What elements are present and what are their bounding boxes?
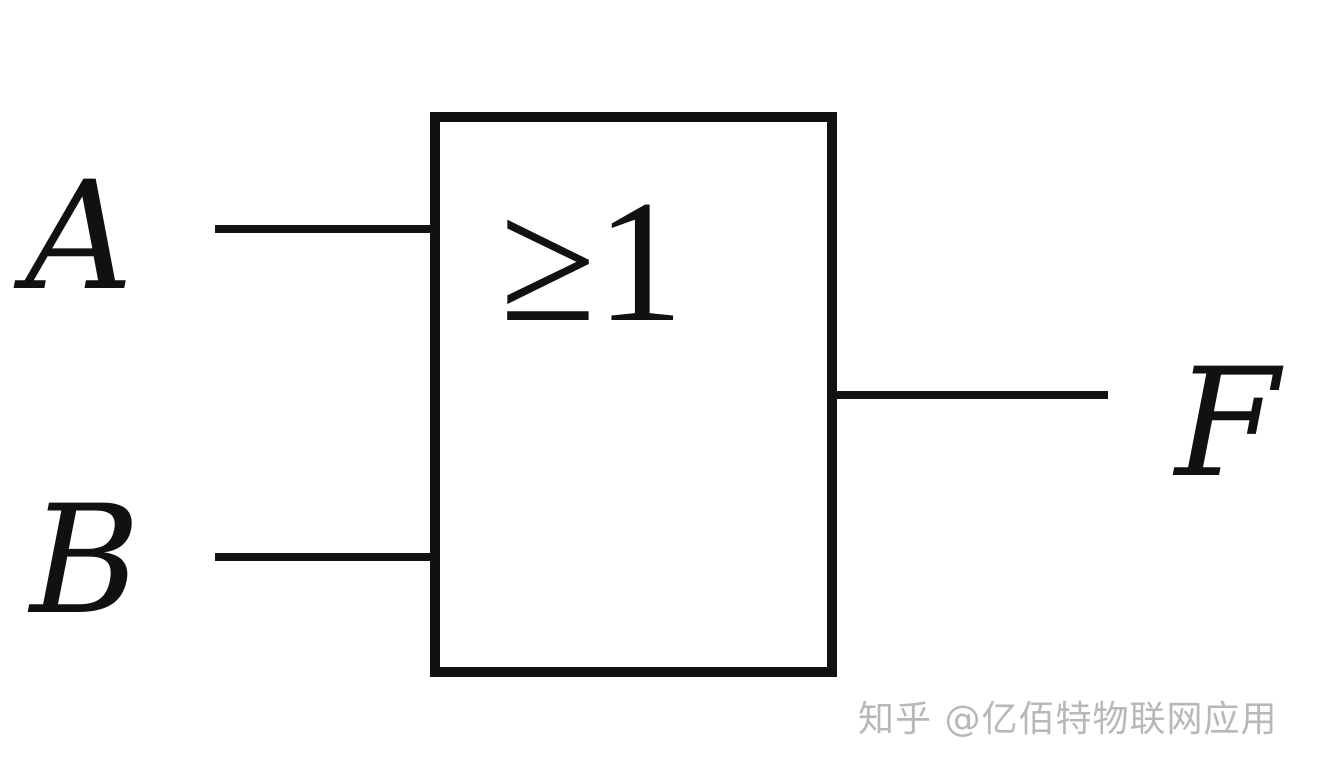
watermark: 知乎 @亿佰特物联网应用 bbox=[858, 699, 1278, 740]
output-f-label: F bbox=[1172, 337, 1284, 511]
or-gate-diagram: ≥1 A B F bbox=[13, 112, 1284, 677]
input-a-label: A bbox=[13, 150, 133, 324]
gate-symbol: ≥1 bbox=[500, 164, 684, 358]
input-b-label: B bbox=[27, 474, 140, 648]
